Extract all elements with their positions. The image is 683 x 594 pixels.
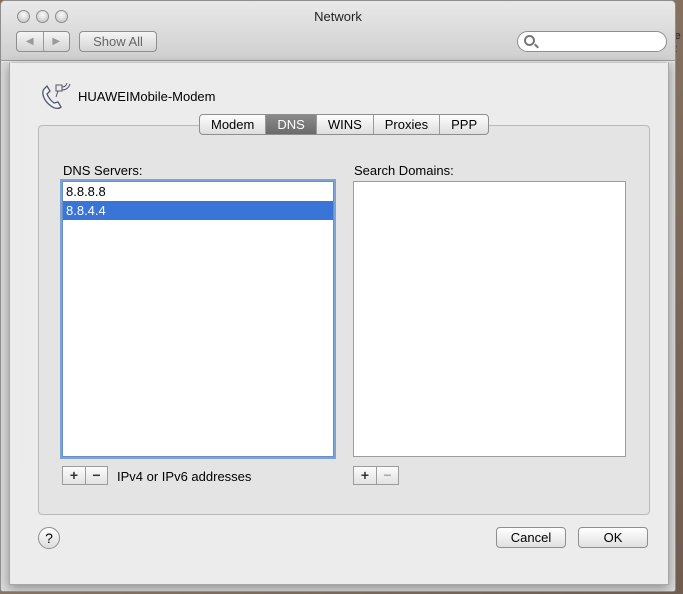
- back-forward-control: ◀ ▶: [16, 31, 70, 52]
- search-icon: [524, 35, 535, 46]
- dns-address-hint: IPv4 or IPv6 addresses: [117, 469, 252, 484]
- remove-dns-server-button[interactable]: −: [85, 467, 107, 484]
- tab-modem[interactable]: Modem: [200, 115, 265, 134]
- forward-arrow-icon[interactable]: ▶: [42, 32, 70, 51]
- back-arrow-icon[interactable]: ◀: [17, 32, 43, 51]
- search-domains-label: Search Domains:: [354, 163, 454, 178]
- tab-ppp[interactable]: PPP: [439, 115, 488, 134]
- ok-button[interactable]: OK: [578, 527, 648, 548]
- modem-header: HUAWEIMobile-Modem: [38, 81, 216, 111]
- remove-search-domain-button[interactable]: −: [376, 467, 398, 484]
- search-domains-list[interactable]: [353, 181, 626, 457]
- tab-dns[interactable]: DNS: [265, 115, 316, 134]
- add-dns-server-button[interactable]: +: [63, 467, 85, 484]
- dns-add-remove-control: + −: [62, 466, 108, 485]
- dns-servers-label: DNS Servers:: [63, 163, 143, 178]
- phone-modem-icon: [42, 82, 71, 110]
- search-field[interactable]: [517, 31, 667, 52]
- list-item[interactable]: 8.8.4.4: [63, 201, 333, 220]
- add-search-domain-button[interactable]: +: [354, 467, 376, 484]
- dns-servers-list[interactable]: 8.8.8.8 8.8.4.4: [62, 181, 334, 457]
- domains-add-remove-control: + −: [353, 466, 399, 485]
- help-button[interactable]: ?: [38, 527, 60, 549]
- modem-name-label: HUAWEIMobile-Modem: [78, 88, 216, 104]
- tab-bar: Modem DNS WINS Proxies PPP: [199, 114, 490, 135]
- show-all-button[interactable]: Show All: [79, 31, 157, 52]
- network-preferences-window: Network ◀ ▶ Show All HUAWEIMobile-Modem …: [0, 0, 676, 592]
- tab-proxies[interactable]: Proxies: [372, 115, 439, 134]
- modem-settings-sheet: HUAWEIMobile-Modem Modem DNS WINS Proxie…: [9, 63, 669, 585]
- title-bar: Network ◀ ▶ Show All: [1, 1, 675, 61]
- cancel-button[interactable]: Cancel: [496, 527, 566, 548]
- tab-wins[interactable]: WINS: [315, 115, 373, 134]
- window-title: Network: [314, 9, 362, 24]
- list-item[interactable]: 8.8.8.8: [63, 182, 333, 201]
